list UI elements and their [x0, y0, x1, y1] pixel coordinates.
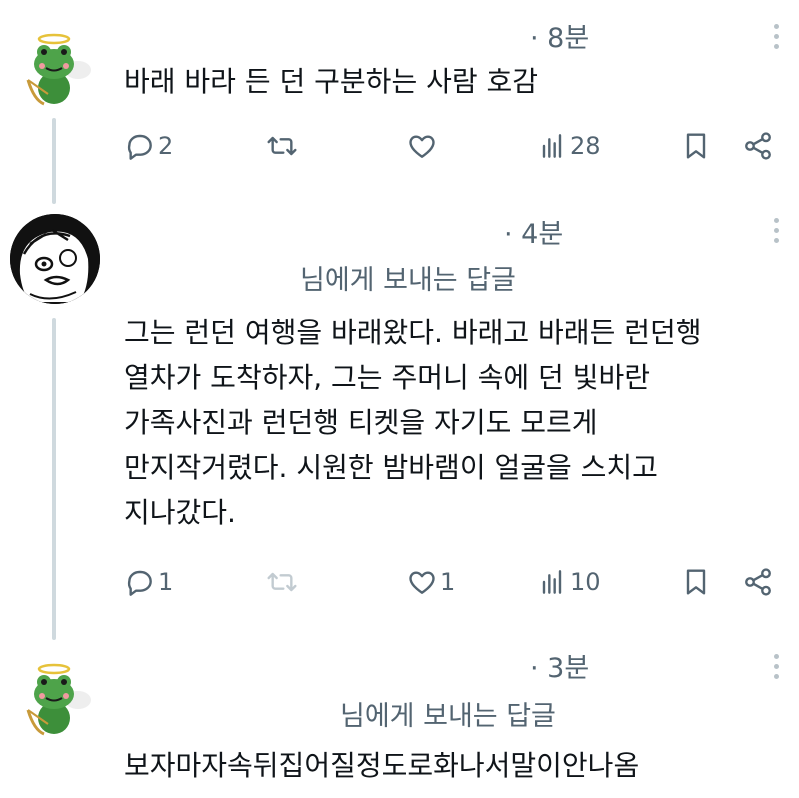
reply-bubble-icon — [127, 134, 152, 160]
retweet-button[interactable] — [266, 562, 298, 602]
more-vertical-icon[interactable] — [771, 654, 781, 684]
views-button[interactable]: 28 — [536, 126, 601, 166]
bookmark-icon — [686, 133, 706, 159]
retweet-icon — [267, 136, 297, 156]
action-bar: 2 28 — [124, 126, 784, 166]
thread-line — [52, 318, 56, 640]
bookmark-button[interactable] — [680, 126, 712, 166]
replying-to[interactable]: 님에게 보내는 답글 — [300, 258, 516, 297]
like-button[interactable]: 1 — [406, 562, 455, 602]
thread-line — [52, 118, 56, 204]
text-line: 바래 바라 든 던 구분하는 사람 호감 — [124, 65, 539, 98]
more-vertical-icon[interactable] — [771, 24, 781, 54]
avatar-frog-angel[interactable] — [14, 660, 94, 740]
tweet-time[interactable]: · 3분 — [530, 646, 589, 685]
reply-count: 2 — [158, 132, 174, 160]
text-line: 열차가 도착하자, 그는 주머니 속에 던 빛바란 — [124, 361, 650, 394]
retweet-button[interactable] — [266, 126, 298, 166]
text-line: 그는 런던 여행을 바래왔다. 바래고 바래든 런던행 — [124, 316, 702, 349]
tweet-text: 보자마자속뒤집어질정도로화나서말이안나옴 — [124, 746, 639, 786]
avatar-frog-angel[interactable] — [14, 30, 94, 110]
like-count: 1 — [440, 568, 456, 596]
sketch-face-avatar-image — [10, 214, 100, 304]
views-button[interactable]: 10 — [536, 562, 601, 602]
share-icon — [745, 568, 771, 596]
tweet-time[interactable]: · 8분 — [530, 16, 589, 55]
text-line: 보자마자속뒤집어질정도로화나서말이안나옴 — [124, 749, 640, 782]
frog-angel-avatar-image — [14, 660, 94, 740]
bookmark-icon — [686, 569, 706, 595]
reply-button[interactable]: 1 — [124, 562, 173, 602]
text-line: 지나갔다. — [124, 496, 236, 529]
replying-to[interactable]: 님에게 보내는 답글 — [340, 694, 556, 733]
tweet-text: 그는 런던 여행을 바래왔다. 바래고 바래든 런던행 열차가 도착하자, 그는… — [124, 310, 702, 535]
more-vertical-icon[interactable] — [771, 218, 781, 248]
share-button[interactable] — [742, 562, 774, 602]
reply-count: 1 — [158, 568, 174, 596]
reply-button[interactable]: 2 — [124, 126, 173, 166]
share-button[interactable] — [742, 126, 774, 166]
views-bar-chart-icon — [542, 570, 562, 594]
tweet-text: 바래 바라 든 던 구분하는 사람 호감 — [124, 62, 538, 102]
retweet-icon — [267, 572, 297, 592]
views-count: 10 — [570, 568, 601, 596]
heart-icon — [409, 571, 435, 594]
action-bar: 1 1 10 — [124, 562, 784, 602]
text-line: 만지작거렸다. 시원한 밤바램이 얼굴을 스치고 — [124, 451, 658, 484]
share-icon — [745, 132, 771, 160]
bookmark-button[interactable] — [680, 562, 712, 602]
heart-icon — [409, 135, 435, 158]
views-bar-chart-icon — [542, 134, 562, 158]
like-button[interactable] — [406, 126, 438, 166]
reply-bubble-icon — [127, 570, 152, 596]
tweet-time[interactable]: · 4분 — [504, 212, 563, 251]
frog-angel-avatar-image — [14, 30, 94, 110]
avatar-sketch[interactable] — [10, 214, 100, 304]
text-line: 가족사진과 런던행 티켓을 자기도 모르게 — [124, 406, 598, 439]
views-count: 28 — [570, 132, 601, 160]
